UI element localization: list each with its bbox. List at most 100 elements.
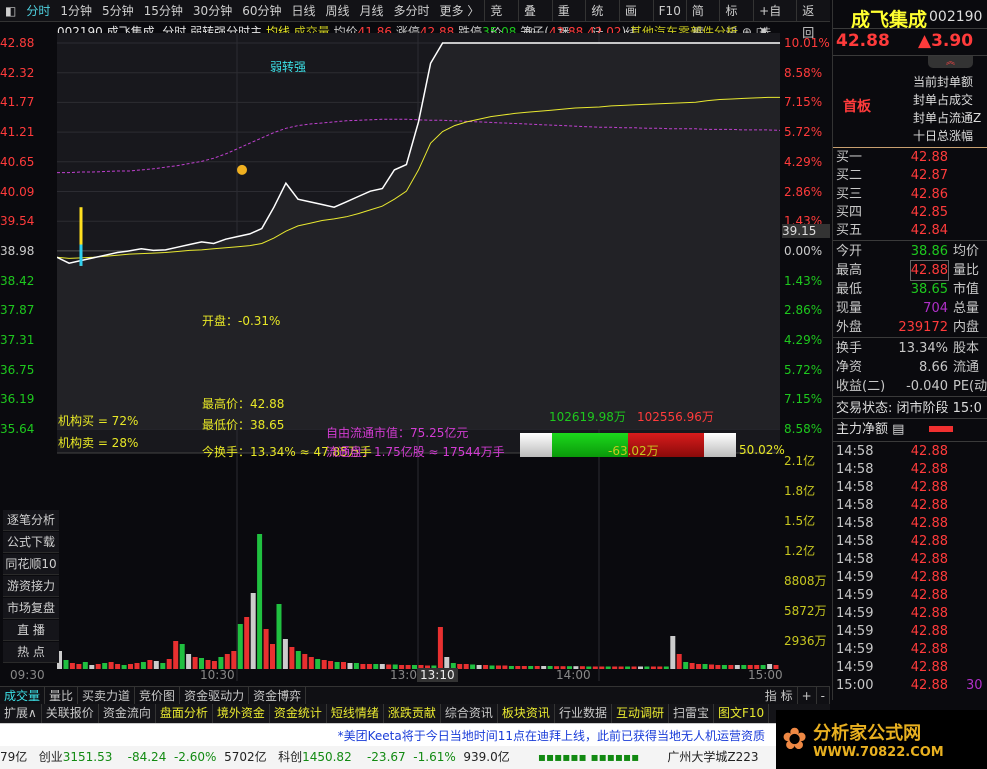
bid-label: 买二 bbox=[836, 168, 863, 184]
bid-label: 买四 bbox=[836, 204, 863, 220]
stat-row: 最高 42.88 量比 bbox=[836, 260, 987, 281]
price-tick: 37.87 bbox=[0, 303, 35, 318]
info-tab[interactable]: 扩展∧ bbox=[0, 704, 42, 723]
collapse-icon[interactable]: ︽ bbox=[928, 56, 973, 68]
pct-tick: 5.72% bbox=[784, 362, 823, 377]
stat-value: 38.86 bbox=[910, 244, 948, 259]
price-tick: 36.19 bbox=[0, 392, 35, 407]
info-tab[interactable]: 互动调研 bbox=[612, 704, 669, 723]
info-tab[interactable]: 资金流向 bbox=[99, 704, 156, 723]
flower-logo-icon: ✿ bbox=[782, 722, 808, 757]
zoom-in-button[interactable]: + bbox=[798, 686, 817, 706]
side-button[interactable]: 游资接力 bbox=[3, 576, 59, 597]
stat-label: 最低 bbox=[836, 282, 863, 297]
toolbar-button[interactable]: F10 bbox=[652, 0, 686, 22]
info-tab[interactable]: 关联报价 bbox=[42, 704, 99, 723]
period-tab[interactable]: 5分钟 bbox=[97, 2, 139, 19]
seal-label: 当前封单额 bbox=[913, 75, 974, 89]
period-tab[interactable]: 1分钟 bbox=[55, 2, 97, 19]
price-tick: 41.77 bbox=[0, 95, 35, 110]
info-tab[interactable]: 板块资讯 bbox=[498, 704, 555, 723]
stat-label: 现量 bbox=[836, 301, 863, 316]
period-tab[interactable]: 更多 〉 bbox=[435, 2, 485, 19]
stat-value: -0.040 bbox=[906, 379, 948, 394]
bid-row[interactable]: 买二 42.87 bbox=[836, 166, 987, 185]
bid-row[interactable]: 买一 42.88 bbox=[836, 148, 987, 167]
indicator-tab[interactable]: 资金驱动力 bbox=[180, 686, 250, 706]
bid-row[interactable]: 买五 42.84 bbox=[836, 221, 987, 240]
volume-bar bbox=[270, 644, 275, 669]
bid-row[interactable]: 买三 42.86 bbox=[836, 185, 987, 204]
bid-price: 42.86 bbox=[910, 186, 948, 202]
period-toolbar: ◧ 分时 1分钟 5分钟 15分钟 30分钟 60分钟 日线 周线 月线 多分时 更多 〉 竞价 叠加… bbox=[0, 0, 830, 40]
pct-tick: 10.01% bbox=[784, 36, 830, 50]
indicator-tab[interactable]: 量比 bbox=[45, 686, 79, 706]
info-tab[interactable]: 扫雷宝 bbox=[669, 704, 714, 723]
tick-row: 14:59 42.88 bbox=[836, 640, 987, 659]
period-tab[interactable]: 多分时 bbox=[389, 2, 435, 19]
period-tab[interactable]: 日线 bbox=[286, 2, 320, 19]
side-button[interactable]: 热 点 bbox=[3, 642, 59, 663]
toolbar-button[interactable]: 竞价 bbox=[484, 0, 518, 40]
side-button[interactable]: 市场复盘 bbox=[3, 598, 59, 619]
zoom-out-button[interactable]: - bbox=[817, 686, 830, 706]
toolbar-button[interactable]: 重播 bbox=[551, 0, 586, 40]
cursor-time: 13:10 bbox=[417, 668, 458, 682]
stat-label-2: 量比 bbox=[953, 263, 980, 278]
info-tab[interactable]: 图文F10 bbox=[714, 704, 770, 723]
tick-row: 14:58 42.88 bbox=[836, 442, 987, 461]
info-tab[interactable]: 境外资金 bbox=[213, 704, 270, 723]
stat-label-2: 市值 bbox=[953, 282, 980, 297]
cy-value: 3151.53 bbox=[62, 750, 113, 764]
stat-label-2: 流通 bbox=[953, 360, 980, 375]
intraday-chart[interactable] bbox=[57, 33, 781, 681]
tick-row: 14:58 42.88 bbox=[836, 478, 987, 497]
toolbar-button[interactable]: 叠加 bbox=[518, 0, 552, 40]
period-tab[interactable]: 15分钟 bbox=[139, 2, 188, 19]
tick-time: 14:58 bbox=[836, 498, 874, 513]
toolbar-button[interactable]: 标记 bbox=[719, 0, 753, 40]
info-tab[interactable]: 综合资讯 bbox=[441, 704, 498, 723]
side-button[interactable]: 公式下载 bbox=[3, 532, 59, 553]
news-ticker[interactable]: *美团Keeta将于今日当地时间11点在迪拜上线，此前已获得当地无人机运营资质 bbox=[338, 727, 765, 744]
period-tab[interactable]: 周线 bbox=[321, 2, 355, 19]
indicator-tab[interactable]: 成交量 bbox=[0, 686, 46, 706]
indicator-tab[interactable]: 资金博弈 bbox=[249, 686, 307, 706]
toolbar-button[interactable]: 统计 bbox=[585, 0, 619, 40]
quote-panel: 成飞集成 002190 42.88 ▲3.90 ︽ 首板 当前封单额 封单占成交封… bbox=[832, 0, 987, 700]
indicator-tab[interactable]: 买卖力道 bbox=[78, 686, 136, 706]
info-tab[interactable]: 盘面分析 bbox=[156, 704, 213, 723]
info-tab[interactable]: 短线情绪 bbox=[327, 704, 384, 723]
time-tick: 14:00 bbox=[556, 668, 591, 682]
period-tab[interactable]: 60分钟 bbox=[237, 2, 286, 19]
bid-label: 买一 bbox=[836, 150, 863, 165]
cy-amount: 5702亿 bbox=[224, 750, 267, 764]
side-button[interactable]: 同花顺10 bbox=[3, 554, 59, 575]
tick-row: 14:58 42.88 bbox=[836, 532, 987, 551]
kc-amount: 939.0亿 bbox=[463, 750, 510, 764]
indicator-tab[interactable]: 竞价图 bbox=[135, 686, 181, 706]
info-tab[interactable]: 行业数据 bbox=[555, 704, 612, 723]
tick-time: 14:59 bbox=[836, 642, 874, 657]
side-button[interactable]: 直 播 bbox=[3, 620, 59, 641]
period-tab[interactable]: 月线 bbox=[355, 2, 389, 19]
side-button[interactable]: 逐笔分析 bbox=[3, 510, 59, 531]
volume-tick: 2.1亿 bbox=[784, 454, 816, 468]
tick-price: 42.88 bbox=[910, 534, 948, 549]
pct-tick: 8.58% bbox=[784, 65, 823, 80]
stat-label: 换手 bbox=[836, 341, 863, 356]
info-tab[interactable]: 资金统计 bbox=[270, 704, 327, 723]
toolbar-button[interactable]: 简框 bbox=[685, 0, 720, 40]
volume-bar bbox=[231, 651, 237, 669]
toolbar-button[interactable]: 画线 bbox=[619, 0, 653, 40]
period-tab[interactable]: 30分钟 bbox=[188, 2, 237, 19]
price-tick: 38.98 bbox=[0, 243, 35, 258]
list-icon[interactable]: ▤ bbox=[892, 422, 904, 437]
indicator-button[interactable]: 指 标 bbox=[761, 686, 798, 706]
info-tab[interactable]: 涨跌贡献 bbox=[384, 704, 441, 723]
volume-bar bbox=[250, 593, 256, 669]
price-tick: 40.65 bbox=[0, 154, 35, 169]
weak-strong-signal: 弱转强 bbox=[270, 60, 307, 74]
bid-row[interactable]: 买四 42.85 bbox=[836, 203, 987, 222]
net-bar bbox=[929, 426, 953, 432]
